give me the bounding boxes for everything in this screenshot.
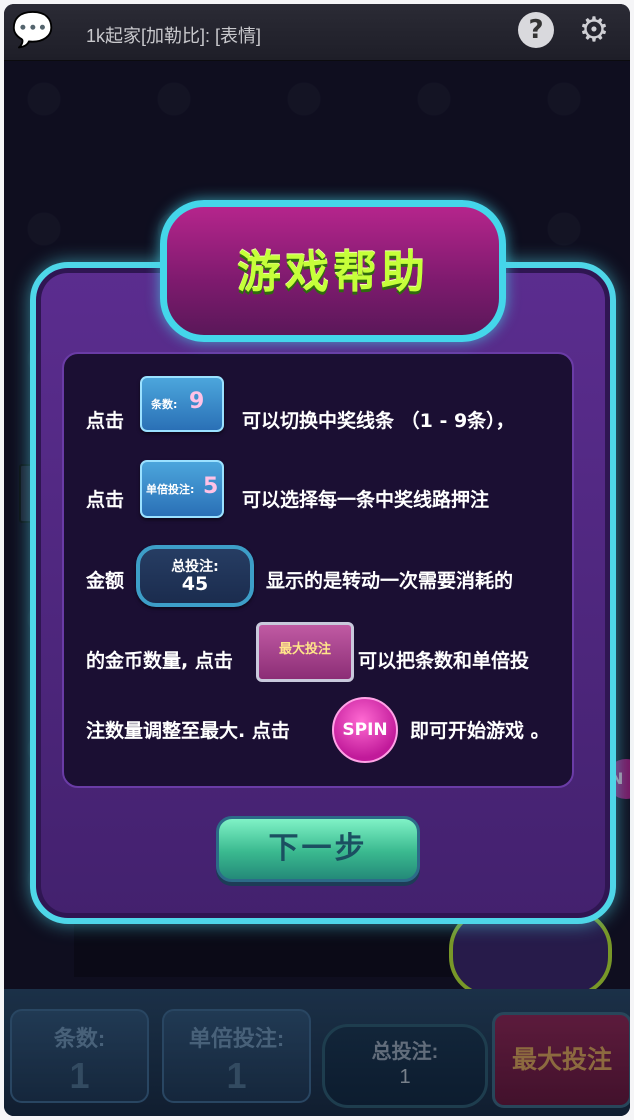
lines-chip-value: 9 [189, 389, 205, 414]
next-step-button[interactable]: 下一步 [216, 816, 420, 882]
max-bet-chip-example: 最大投注 [256, 622, 354, 682]
line1-prefix: 点击 [86, 410, 125, 432]
line5-prefix: 注数量调整至最大. 点击 [86, 720, 290, 742]
bet-chip-example: 单倍投注: 5 [140, 460, 224, 518]
top-chat-bar: 💬 1k起家[加勒比]: [表情] ? ⚙ [4, 4, 630, 61]
lines-chip-example: 条数: 9 [140, 376, 224, 432]
chat-message[interactable]: 1k起家[加勒比]: [表情] [86, 22, 261, 48]
bet-chip-label: 单倍投注: [146, 483, 195, 496]
line5-text: 即可开始游戏 。 [410, 720, 550, 742]
line4-text: 可以把条数和单倍投 [358, 650, 530, 672]
lines-chip-label: 条数: [151, 398, 178, 411]
line3-prefix: 金额 [86, 570, 125, 592]
spin-button-example: SPIN [332, 697, 398, 763]
total-chip-value: 45 [181, 573, 209, 595]
chat-bubble-icon[interactable]: 💬 [8, 12, 58, 48]
line2-prefix: 点击 [86, 489, 125, 511]
line3-text: 显示的是转动一次需要消耗的 [266, 570, 514, 592]
bet-chip-value: 5 [203, 474, 219, 499]
dialog-title: 游戏帮助 [237, 247, 429, 298]
line1-text: 可以切换中奖线条 （1 - 9条）， [242, 410, 515, 432]
gear-icon[interactable]: ⚙ [576, 12, 612, 48]
line2-text: 可以选择每一条中奖线路押注 [242, 489, 490, 511]
total-chip-example: 总投注: 45 [136, 545, 254, 607]
line4-prefix: 的金币数量, 点击 [86, 650, 233, 672]
help-icon[interactable]: ? [518, 12, 554, 48]
